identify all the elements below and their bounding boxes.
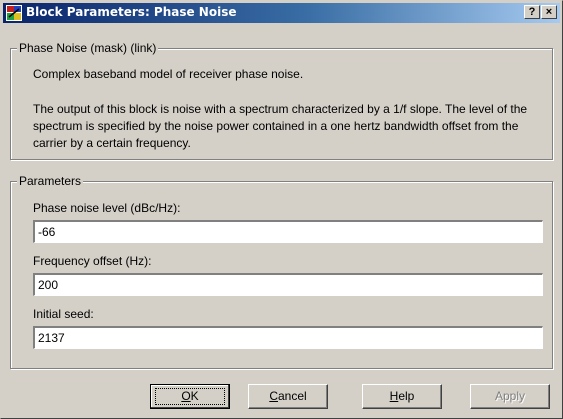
frequency-offset-label: Frequency offset (Hz): xyxy=(33,254,152,268)
dialog-window: Block Parameters: Phase Noise ? × Phase … xyxy=(0,0,563,419)
focus-rect xyxy=(155,388,225,405)
help-rest: elp xyxy=(398,389,415,403)
phase-noise-input[interactable]: -66 xyxy=(33,220,543,243)
cancel-button[interactable]: Cancel xyxy=(248,384,328,409)
window-title: Block Parameters: Phase Noise xyxy=(26,5,237,19)
apply-button[interactable]: Apply xyxy=(470,384,550,409)
phase-noise-label: Phase noise level (dBc/Hz): xyxy=(33,201,181,215)
ok-button[interactable]: OK xyxy=(150,384,230,409)
initial-seed-input[interactable]: 2137 xyxy=(33,326,543,349)
help-button[interactable]: Help xyxy=(362,384,442,409)
cancel-accel: C xyxy=(269,389,278,403)
mask-legend: Phase Noise (mask) (link) xyxy=(17,41,159,55)
initial-seed-label: Initial seed: xyxy=(33,307,94,321)
frequency-offset-input[interactable]: 200 xyxy=(33,273,543,296)
simulink-block-icon xyxy=(6,5,22,21)
close-title-button[interactable]: × xyxy=(541,5,557,19)
help-title-button[interactable]: ? xyxy=(524,5,540,19)
parameters-legend: Parameters xyxy=(17,174,84,188)
cancel-rest: ancel xyxy=(277,389,307,403)
mask-description: The output of this block is noise with a… xyxy=(33,102,528,150)
mask-summary: Complex baseband model of receiver phase… xyxy=(33,67,304,81)
title-bar[interactable]: Block Parameters: Phase Noise ? × xyxy=(3,3,560,23)
